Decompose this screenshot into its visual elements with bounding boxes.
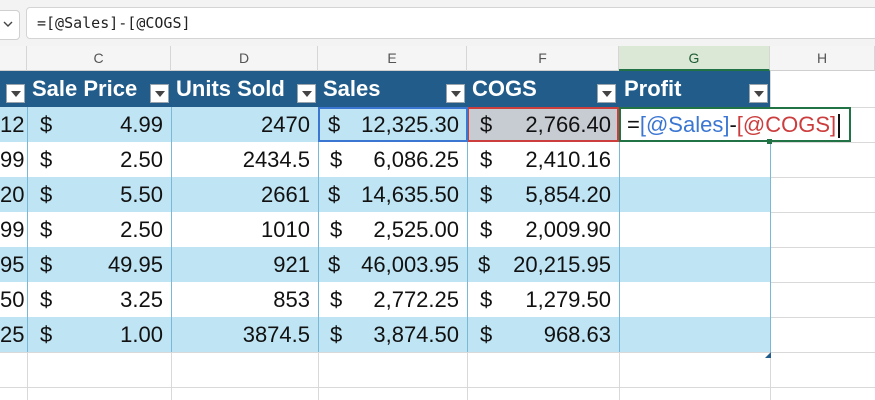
partial-cell[interactable]: 20 bbox=[0, 177, 27, 212]
partial-cell[interactable]: 99 bbox=[0, 142, 27, 177]
grid-line bbox=[0, 387, 875, 388]
partial-cell[interactable]: 95 bbox=[0, 247, 27, 282]
formula-equals: = bbox=[627, 112, 640, 137]
units-sold-cell[interactable]: 2470 bbox=[171, 107, 318, 142]
sales-cell[interactable]: 2,772.25 bbox=[318, 282, 467, 317]
filter-dropdown-icon bbox=[302, 91, 312, 97]
column-header-b[interactable] bbox=[0, 46, 27, 71]
sales-cell[interactable]: 12,325.30 bbox=[318, 107, 467, 142]
units-sold-cell[interactable]: 853 bbox=[171, 282, 318, 317]
sales-cell[interactable]: 2,525.00 bbox=[318, 212, 467, 247]
filter-button-sales[interactable] bbox=[446, 84, 465, 103]
filter-dropdown-icon bbox=[602, 91, 612, 97]
units-sold-cell[interactable]: 921 bbox=[171, 247, 318, 282]
header-sales: Sales bbox=[323, 76, 381, 101]
cogs-cell[interactable]: 2,009.90 bbox=[467, 212, 619, 247]
sales-cell[interactable]: 46,003.95 bbox=[318, 247, 467, 282]
filter-dropdown-icon bbox=[451, 91, 461, 97]
chevron-down-icon bbox=[3, 21, 13, 27]
name-box-dropdown[interactable] bbox=[0, 10, 20, 40]
sale-price-cell[interactable]: 49.95 bbox=[27, 247, 171, 282]
partial-cell[interactable]: 25 bbox=[0, 317, 27, 352]
active-cell-formula: =[@Sales]-[@COGS] bbox=[627, 109, 841, 141]
filter-button-units-sold[interactable] bbox=[297, 84, 316, 103]
sale-price-cell[interactable]: 5.50 bbox=[27, 177, 171, 212]
cogs-cell[interactable]: 968.63 bbox=[467, 317, 619, 352]
column-header-g[interactable]: G bbox=[619, 46, 770, 71]
grid-line bbox=[770, 282, 875, 283]
sales-cell[interactable]: 3,874.50 bbox=[318, 317, 467, 352]
header-sale-price: Sale Price bbox=[32, 76, 138, 101]
cogs-cell[interactable]: 20,215.95 bbox=[467, 247, 619, 282]
table-resize-handle[interactable] bbox=[765, 345, 771, 358]
formula-operator: - bbox=[729, 112, 737, 137]
grid-line bbox=[0, 352, 875, 353]
sale-price-cell[interactable]: 2.50 bbox=[27, 142, 171, 177]
column-header-e[interactable]: E bbox=[318, 46, 467, 71]
filter-button-profit[interactable] bbox=[749, 84, 768, 103]
cogs-cell[interactable]: 1,279.50 bbox=[467, 282, 619, 317]
sale-price-cell[interactable]: 2.50 bbox=[27, 212, 171, 247]
sales-cell[interactable]: 14,635.50 bbox=[318, 177, 467, 212]
grid-line bbox=[770, 317, 875, 318]
cogs-cell[interactable]: 2,410.16 bbox=[467, 142, 619, 177]
header-cogs: COGS bbox=[472, 76, 537, 101]
partial-cell[interactable]: 12 bbox=[0, 107, 27, 142]
filter-button-sale-price[interactable] bbox=[150, 84, 169, 103]
fill-handle[interactable] bbox=[767, 139, 772, 144]
units-sold-cell[interactable]: 2434.5 bbox=[171, 142, 318, 177]
units-sold-cell[interactable]: 1010 bbox=[171, 212, 318, 247]
filter-button-b[interactable] bbox=[6, 84, 25, 103]
column-header-c[interactable]: C bbox=[27, 46, 171, 71]
active-cell-profit[interactable]: =[@Sales]-[@COGS] bbox=[619, 107, 851, 142]
filter-button-cogs[interactable] bbox=[597, 84, 616, 103]
grid-line bbox=[770, 247, 875, 248]
formula-ref-sales: [@Sales] bbox=[639, 112, 730, 137]
grid-line bbox=[770, 142, 875, 143]
formula-text: =[@Sales]-[@COGS] bbox=[37, 14, 191, 32]
table-divider bbox=[619, 107, 620, 352]
formula-ref-cogs: [@COGS] bbox=[736, 112, 837, 137]
cogs-cell[interactable]: 5,854.20 bbox=[467, 177, 619, 212]
partial-cell[interactable]: 50 bbox=[0, 282, 27, 317]
text-caret bbox=[838, 114, 841, 139]
units-sold-cell[interactable]: 2661 bbox=[171, 177, 318, 212]
units-sold-cell[interactable]: 3874.5 bbox=[171, 317, 318, 352]
header-profit: Profit bbox=[624, 76, 682, 101]
sales-cell[interactable]: 6,086.25 bbox=[318, 142, 467, 177]
column-header-d[interactable]: D bbox=[171, 46, 318, 71]
filter-dropdown-icon bbox=[754, 91, 764, 97]
sale-price-cell[interactable]: 4.99 bbox=[27, 107, 171, 142]
column-header-f[interactable]: F bbox=[467, 46, 619, 71]
formula-input[interactable]: =[@Sales]-[@COGS] bbox=[26, 7, 875, 39]
sale-price-cell[interactable]: 3.25 bbox=[27, 282, 171, 317]
column-header-h[interactable]: H bbox=[770, 46, 875, 71]
formula-bar: =[@Sales]-[@COGS] bbox=[0, 0, 875, 46]
sale-price-cell[interactable]: 1.00 bbox=[27, 317, 171, 352]
cogs-cell[interactable]: 2,766.40 bbox=[467, 107, 619, 142]
resize-corner-icon bbox=[765, 352, 771, 358]
grid-line bbox=[770, 212, 875, 213]
filter-dropdown-icon bbox=[155, 91, 165, 97]
header-units-sold: Units Sold bbox=[176, 76, 285, 101]
filter-dropdown-icon bbox=[11, 91, 21, 97]
grid-line bbox=[770, 177, 875, 178]
partial-cell[interactable]: 99 bbox=[0, 212, 27, 247]
